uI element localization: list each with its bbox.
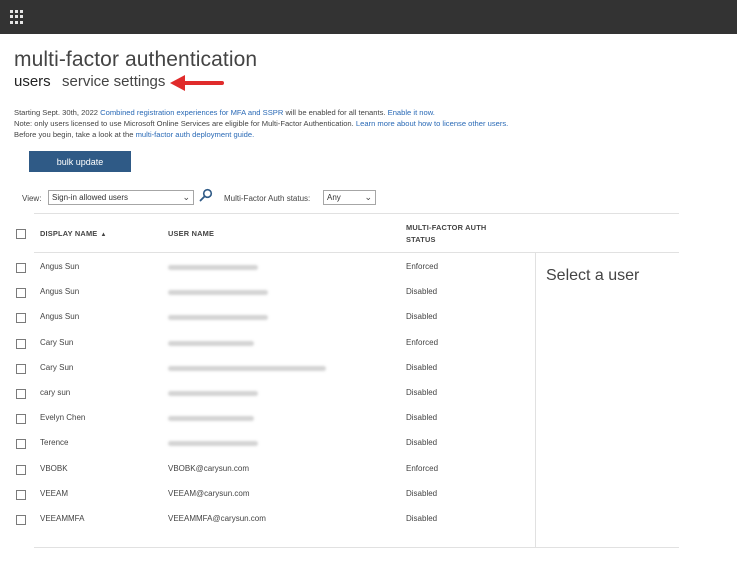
display-name-cell[interactable]: VBOBK [40,464,68,473]
row-checkbox[interactable] [16,288,26,298]
column-header-user-name[interactable]: USER NAME [168,229,214,238]
info-line-1: Starting Sept. 30th, 2022 Combined regis… [14,108,435,117]
mfa-status-cell: Disabled [406,388,438,397]
tab-service-settings[interactable]: service settings [62,73,165,90]
user-name-redacted [168,341,254,346]
mfa-status-label: Multi-Factor Auth status: [224,194,311,203]
display-name-cell[interactable]: VEEAM [40,489,68,498]
display-name-cell[interactable]: Angus Sun [40,262,79,271]
column-header-mfa-status-line-1[interactable]: MULTI-FACTOR AUTH [406,223,486,232]
info-text: Starting Sept. 30th, 2022 [14,108,99,117]
user-name-cell: VEEAM@carysun.com [168,489,250,498]
mfa-status-cell: Enforced [406,262,439,271]
combined-registration-link[interactable]: Combined registration experiences for MF… [100,108,283,117]
table-bottom-divider [34,547,679,548]
mfa-status-cell: Disabled [406,413,438,422]
display-name-cell[interactable]: VEEAMMFA [40,514,84,523]
mfa-status-select-value: Any [327,193,341,202]
row-checkbox[interactable] [16,389,26,399]
row-checkbox[interactable] [16,465,26,475]
red-arrow-annotation [170,75,224,91]
user-name-redacted [168,441,258,446]
tab-users[interactable]: users [14,73,51,90]
page-title: multi-factor authentication [14,48,258,71]
mfa-status-cell: Disabled [406,438,438,447]
user-name-redacted [168,366,326,371]
mfa-status-cell: Disabled [406,312,438,321]
select-a-user-placeholder: Select a user [546,267,640,284]
row-checkbox[interactable] [16,439,26,449]
user-name-redacted [168,290,268,295]
info-line-2: Note: only users licensed to use Microso… [14,119,508,128]
top-bar [0,0,737,34]
mfa-status-cell: Enforced [406,464,439,473]
table-top-divider [34,213,679,214]
row-checkbox[interactable] [16,490,26,500]
info-text: will be enabled for all tenants. [285,108,386,117]
display-name-cell[interactable]: Terence [40,438,68,447]
search-icon[interactable] [199,188,213,202]
display-name-cell[interactable]: Angus Sun [40,312,79,321]
license-users-link[interactable]: Learn more about how to license other us… [356,119,508,128]
user-name-cell: VEEAMMFA@carysun.com [168,514,266,523]
info-line-3: Before you begin, take a look at the mul… [14,130,254,139]
row-checkbox[interactable] [16,313,26,323]
view-select[interactable]: Sign-in allowed users ⌄ [48,190,194,205]
deployment-guide-link[interactable]: multi-factor auth deployment guide. [136,130,255,139]
column-header-display-name[interactable]: DISPLAY NAME ▲ [40,229,107,238]
table-header-divider [34,252,679,253]
mfa-status-select[interactable]: Any ⌄ [323,190,376,205]
mfa-status-cell: Disabled [406,489,438,498]
column-header-label: DISPLAY NAME [40,229,98,238]
row-checkbox[interactable] [16,414,26,424]
display-name-cell[interactable]: Cary Sun [40,363,73,372]
column-header-mfa-status-line-2[interactable]: STATUS [406,235,436,244]
user-name-redacted [168,391,258,396]
info-text: Before you begin, take a look at the [14,130,134,139]
display-name-cell[interactable]: Evelyn Chen [40,413,85,422]
mfa-status-cell: Disabled [406,363,438,372]
row-checkbox[interactable] [16,339,26,349]
row-checkbox[interactable] [16,263,26,273]
enable-it-now-link[interactable]: Enable it now. [388,108,435,117]
user-name-redacted [168,315,268,320]
user-name-cell: VBOBK@carysun.com [168,464,250,473]
user-name-redacted [168,416,254,421]
chevron-down-icon: ⌄ [182,192,190,202]
detail-pane-divider [535,252,536,547]
display-name-cell[interactable]: Cary Sun [40,338,73,347]
waffle-icon[interactable] [10,10,24,24]
view-select-value: Sign-in allowed users [52,193,129,202]
display-name-cell[interactable]: cary sun [40,388,70,397]
sort-ascending-icon: ▲ [100,232,107,238]
row-checkbox[interactable] [16,515,26,525]
display-name-cell[interactable]: Angus Sun [40,287,79,296]
chevron-down-icon: ⌄ [364,192,372,202]
bulk-update-button[interactable]: bulk update [29,151,131,172]
view-label: View: [22,194,42,203]
user-name-redacted [168,265,258,270]
row-checkbox[interactable] [16,364,26,374]
info-text: Note: only users licensed to use Microso… [14,119,354,128]
mfa-status-cell: Disabled [406,514,438,523]
select-all-checkbox[interactable] [16,229,26,239]
mfa-status-cell: Enforced [406,338,439,347]
mfa-status-cell: Disabled [406,287,438,296]
